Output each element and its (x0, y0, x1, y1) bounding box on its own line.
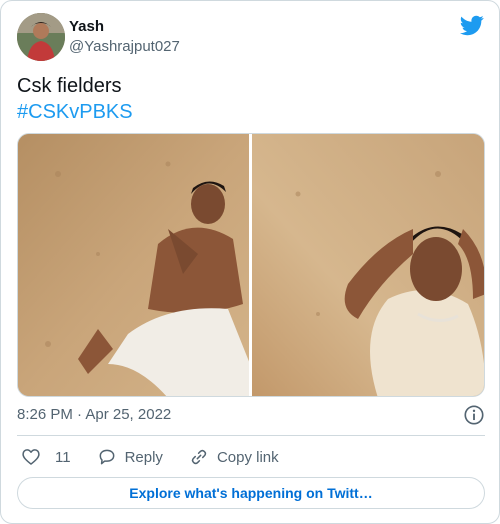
media-left-image (18, 134, 250, 396)
heart-icon (22, 449, 40, 465)
avatar[interactable] (17, 13, 65, 61)
author-handle[interactable]: @Yashrajput027 (69, 37, 180, 57)
like-count: 11 (55, 448, 71, 466)
reply-icon (99, 449, 114, 465)
like-button[interactable]: 11 (17, 447, 71, 467)
link-icon (191, 449, 207, 465)
tweet-text-line: Csk fielders (17, 75, 122, 97)
media-right-image (252, 134, 484, 396)
timestamp-row: 8:26 PM · Apr 25, 2022 (17, 405, 485, 425)
copy-link-label: Copy link (216, 448, 279, 466)
hashtag-link[interactable]: #CSKvPBKS (17, 99, 485, 125)
reply-button[interactable]: Reply (97, 447, 163, 467)
tweet-header: Yash @Yashrajput027 (17, 13, 485, 65)
info-icon[interactable] (463, 404, 485, 426)
author-name[interactable]: Yash (69, 17, 180, 37)
reply-label: Reply (124, 448, 163, 466)
tweet-media[interactable] (17, 133, 485, 397)
copy-link-button[interactable]: Copy link (189, 447, 279, 467)
twitter-bird-icon[interactable] (459, 13, 485, 37)
divider (17, 435, 485, 436)
tweet-card[interactable]: Yash @Yashrajput027 Csk fielders #CSKvPB… (0, 0, 500, 524)
explore-button[interactable]: Explore what's happening on Twitt… (17, 477, 485, 509)
tweet-text: Csk fielders #CSKvPBKS (17, 73, 485, 125)
tweet-timestamp[interactable]: 8:26 PM · Apr 25, 2022 (17, 406, 171, 423)
explore-label: Explore what's happening on Twitt… (129, 485, 373, 501)
action-bar: 11 Reply Copy link (17, 443, 485, 471)
author-block: Yash @Yashrajput027 (69, 17, 180, 57)
